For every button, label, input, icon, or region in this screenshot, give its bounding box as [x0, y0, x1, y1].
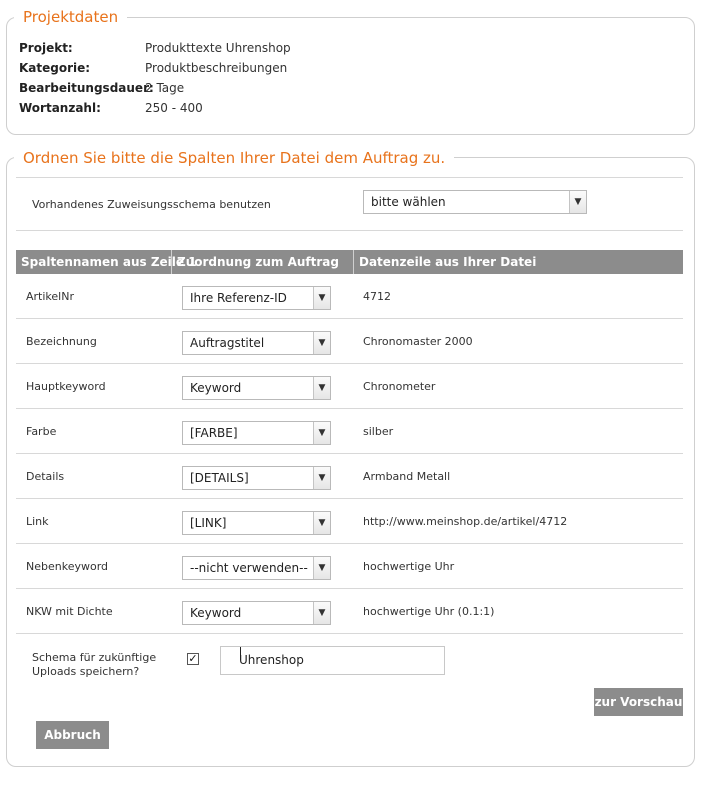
projektdaten-title: Projektdaten [14, 7, 128, 27]
chevron-down-icon: ▼ [313, 422, 330, 444]
kategorie-label: Kategorie: [19, 61, 91, 75]
projekt-label: Projekt: [19, 41, 73, 55]
bearbeitungsdauer-label: Bearbeitungsdauer: [19, 81, 154, 95]
projekt-value: Produkttexte Uhrenshop [145, 41, 291, 55]
cancel-button[interactable]: Abbruch [36, 721, 109, 749]
divider [16, 230, 683, 231]
wortanzahl-row: Wortanzahl: 250 - 400 [19, 99, 203, 117]
chevron-down-icon: ▼ [569, 191, 586, 213]
chevron-down-icon: ▼ [313, 602, 330, 624]
assign-value: [LINK] [190, 516, 227, 530]
assign-select-nebenkeyword[interactable]: --nicht verwenden-- ▼ [182, 556, 331, 580]
preview-button[interactable]: zur Vorschau [594, 688, 683, 716]
kategorie-row: Kategorie: Produktbeschreibungen [19, 59, 287, 77]
mapping-table-header: Spaltennamen aus Zeile 1 Zuordnung zum A… [16, 250, 683, 274]
row-name-bezeichnung: Bezeichnung [26, 335, 97, 348]
kategorie-value: Produktbeschreibungen [145, 61, 288, 75]
assign-select-bezeichnung[interactable]: Auftragstitel ▼ [182, 331, 331, 355]
row-name-hauptkeyword: Hauptkeyword [26, 380, 106, 393]
chevron-down-icon: ▼ [313, 557, 330, 579]
assign-select-nkw-mit-dichte[interactable]: Keyword ▼ [182, 601, 331, 625]
assign-value: Keyword [190, 381, 242, 395]
schema-name-value: Uhrenshop [239, 653, 304, 667]
wortanzahl-label: Wortanzahl: [19, 101, 101, 115]
chevron-down-icon: ▼ [313, 332, 330, 354]
row-name-details: Details [26, 470, 65, 483]
row-data-link: http://www.meinshop.de/artikel/4712 [363, 515, 568, 528]
row-divider [16, 318, 683, 319]
row-name-link: Link [26, 515, 49, 528]
row-data-artikelnr: 4712 [363, 290, 391, 303]
divider [16, 177, 683, 178]
save-schema-label: Schema für zukünftige Uploads speichern? [32, 651, 156, 679]
row-data-hauptkeyword: Chronometer [363, 380, 436, 393]
row-divider [16, 588, 683, 589]
row-divider [16, 498, 683, 499]
row-data-details: Armband Metall [363, 470, 451, 483]
projekt-row: Projekt: Produkttexte Uhrenshop [19, 39, 291, 57]
header-spaltennamen: Spaltennamen aus Zeile 1 [21, 255, 197, 269]
row-name-nebenkeyword: Nebenkeyword [26, 560, 109, 573]
assign-value: Auftragstitel [190, 336, 265, 350]
row-divider [16, 363, 683, 364]
row-name-artikelnr: ArtikelNr [26, 290, 74, 303]
mapping-title: Ordnen Sie bitte die Spalten Ihrer Datei… [14, 148, 455, 168]
row-data-nebenkeyword: hochwertige Uhr [363, 560, 455, 573]
row-name-farbe: Farbe [26, 425, 57, 438]
chevron-down-icon: ▼ [313, 512, 330, 534]
header-datenzeile: Datenzeile aus Ihrer Datei [353, 250, 683, 274]
row-divider [16, 633, 683, 634]
chevron-down-icon: ▼ [313, 377, 330, 399]
row-divider [16, 408, 683, 409]
checkmark-icon: ✓ [188, 652, 198, 665]
assign-value: [DETAILS] [190, 471, 249, 485]
schema-select-value: bitte wählen [371, 195, 446, 209]
bearbeitungsdauer-value: 2 Tage [145, 81, 185, 95]
schema-select[interactable]: bitte wählen ▼ [363, 190, 587, 214]
schema-name-input[interactable]: Uhrenshop [220, 646, 445, 675]
row-data-bezeichnung: Chronomaster 2000 [363, 335, 473, 348]
assign-select-artikelnr[interactable]: Ihre Referenz-ID ▼ [182, 286, 331, 310]
chevron-down-icon: ▼ [313, 467, 330, 489]
row-data-farbe: silber [363, 425, 394, 438]
bearbeitungsdauer-row: Bearbeitungsdauer:2 Tage [19, 79, 184, 97]
wortanzahl-value: 250 - 400 [145, 101, 203, 115]
text-cursor [240, 647, 241, 660]
save-schema-checkbox[interactable]: ✓ [187, 653, 199, 665]
row-divider [16, 453, 683, 454]
assign-select-details[interactable]: [DETAILS] ▼ [182, 466, 331, 490]
assign-value: Ihre Referenz-ID [190, 291, 287, 305]
schema-label: Vorhandenes Zuweisungsschema benutzen [32, 198, 271, 211]
assign-select-farbe[interactable]: [FARBE] ▼ [182, 421, 331, 445]
chevron-down-icon: ▼ [313, 287, 330, 309]
assign-value: [FARBE] [190, 426, 238, 440]
row-data-nkw-mit-dichte: hochwertige Uhr (0.1:1) [363, 605, 495, 618]
header-zuordnung: Zuordnung zum Auftrag [171, 250, 353, 274]
row-name-nkw-mit-dichte: NKW mit Dichte [26, 605, 113, 618]
assign-value: Keyword [190, 606, 242, 620]
assign-value: --nicht verwenden-- [190, 561, 308, 575]
assign-select-link[interactable]: [LINK] ▼ [182, 511, 331, 535]
row-divider [16, 543, 683, 544]
save-schema-label-line2: Uploads speichern? [32, 665, 140, 678]
assign-select-hauptkeyword[interactable]: Keyword ▼ [182, 376, 331, 400]
save-schema-label-line1: Schema für zukünftige [32, 651, 157, 664]
